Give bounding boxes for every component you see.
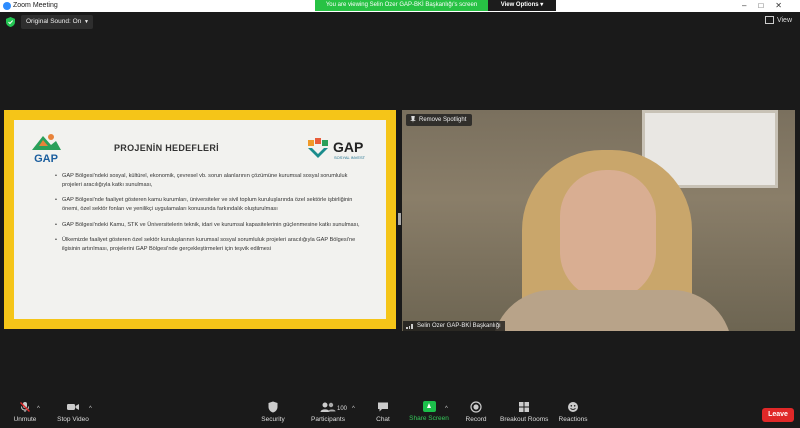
participants-button[interactable]: Participants <box>306 401 350 423</box>
shared-screen: GAP PROJENİN HEDEFLERİ GAP SOSYAL INVEST… <box>4 110 396 329</box>
reactions-label: Reactions <box>558 416 588 423</box>
original-sound-button[interactable]: Original Sound: On ▼ <box>21 15 93 29</box>
chat-bubble-icon <box>378 402 388 412</box>
shield-icon[interactable] <box>6 17 15 27</box>
pin-icon <box>410 116 416 123</box>
gap-logo-right-text: GAP <box>333 139 363 155</box>
participant-name: Selin Ozer GAP-BKİ Başkanlığı <box>417 323 501 329</box>
breakout-rooms-label: Breakout Rooms <box>500 416 549 423</box>
speaker-video <box>402 110 795 331</box>
record-label: Record <box>465 416 487 423</box>
participant-name-tag: Selin Ozer GAP-BKİ Başkanlığı <box>403 321 505 331</box>
slide-bullet: GAP Bölgesi'ndeki Kamu, STK ve Üniversit… <box>55 221 367 230</box>
chat-button[interactable]: Chat <box>368 401 398 423</box>
speaker-body <box>492 290 732 331</box>
audio-options-chevron-icon[interactable]: ^ <box>37 406 40 412</box>
window-controls[interactable]: –□✕ <box>742 0 794 12</box>
share-screen-label: Share Screen <box>409 415 449 422</box>
signal-bars-icon <box>406 323 414 329</box>
reactions-button[interactable]: Reactions <box>556 401 590 423</box>
chevron-down-icon: ▼ <box>84 19 89 25</box>
slide-title: PROJENİN HEDEFLERİ <box>114 143 219 153</box>
slide-bullet: GAP Bölgesi'ndeki sosyal, kültürel, ekon… <box>55 172 367 190</box>
gap-logo-left-text: GAP <box>34 153 58 164</box>
chat-label: Chat <box>376 416 390 423</box>
gap-logo-left: GAP <box>32 134 61 164</box>
remove-spotlight-label: Remove Spotlight <box>419 117 467 123</box>
smiley-icon <box>568 402 578 412</box>
slide-bullet-list: GAP Bölgesi'ndeki sosyal, kültürel, ekon… <box>55 172 367 260</box>
remove-spotlight-button[interactable]: Remove Spotlight <box>406 114 472 126</box>
view-options-button[interactable]: View Options ▾ <box>488 0 556 11</box>
zoom-app-icon <box>3 2 11 10</box>
stop-video-label: Stop Video <box>57 416 89 423</box>
leave-button[interactable]: Leave <box>762 408 794 422</box>
video-options-chevron-icon[interactable]: ^ <box>89 406 92 412</box>
participants-icon <box>320 402 336 412</box>
share-screen-icon <box>422 401 436 412</box>
share-screen-button[interactable]: Share Screen <box>408 401 450 422</box>
meeting-topbar <box>0 12 800 32</box>
unmute-label: Unmute <box>13 416 37 423</box>
slide-bullet: Ülkemizde faaliyet gösteren özel sektör … <box>55 236 367 254</box>
share-options-chevron-icon[interactable]: ^ <box>445 406 448 412</box>
window-title: Zoom Meeting <box>13 2 58 9</box>
security-label: Security <box>261 416 285 423</box>
stop-video-button[interactable]: Stop Video <box>54 401 92 423</box>
participants-options-chevron-icon[interactable]: ^ <box>352 406 355 412</box>
slide-bullet: GAP Bölgesi'nde faaliyet gösteren kamu k… <box>55 196 367 214</box>
breakout-rooms-button[interactable]: Breakout Rooms <box>500 401 548 423</box>
unmute-button[interactable]: Unmute <box>8 401 42 423</box>
view-options-label: View Options <box>500 2 539 8</box>
record-button[interactable]: Record <box>460 401 492 423</box>
original-sound-label: Original Sound: On <box>26 18 82 25</box>
microphone-muted-icon <box>20 402 30 412</box>
record-icon <box>470 401 482 413</box>
participants-label: Participants <box>311 416 345 423</box>
participants-count: 100 <box>337 406 348 412</box>
presentation-slide: GAP PROJENİN HEDEFLERİ GAP SOSYAL INVEST… <box>14 120 386 319</box>
panel-resize-handle[interactable] <box>398 213 401 225</box>
breakout-rooms-icon <box>519 402 529 412</box>
gap-sosyal-invest-logo: GAP SOSYAL INVEST <box>308 138 366 160</box>
view-button[interactable]: View <box>764 16 792 24</box>
speaker-face <box>560 170 656 300</box>
gap-logo-right-subtext: SOSYAL INVEST <box>334 155 366 160</box>
viewing-screen-banner: You are viewing Selin Ozer GAP-BKİ Başka… <box>315 0 488 11</box>
meeting-toolbar <box>0 398 800 428</box>
grid-icon <box>764 16 774 24</box>
video-camera-icon <box>67 404 79 410</box>
security-button[interactable]: Security <box>256 401 290 423</box>
shield-icon <box>268 401 278 413</box>
view-label: View <box>776 16 792 24</box>
